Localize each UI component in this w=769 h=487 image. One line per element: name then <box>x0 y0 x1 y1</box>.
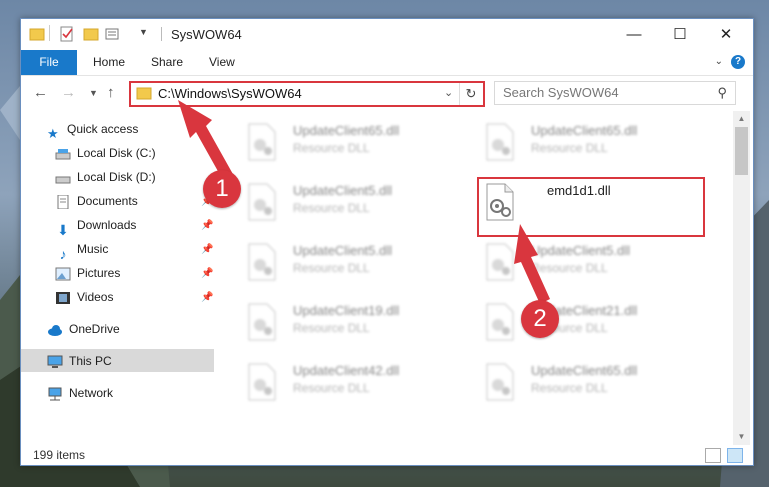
step-badge-1: 1 <box>203 170 241 208</box>
arrow-2-icon <box>514 224 550 304</box>
step-badge-2: 2 <box>521 300 559 338</box>
annotation-arrows <box>178 100 550 304</box>
